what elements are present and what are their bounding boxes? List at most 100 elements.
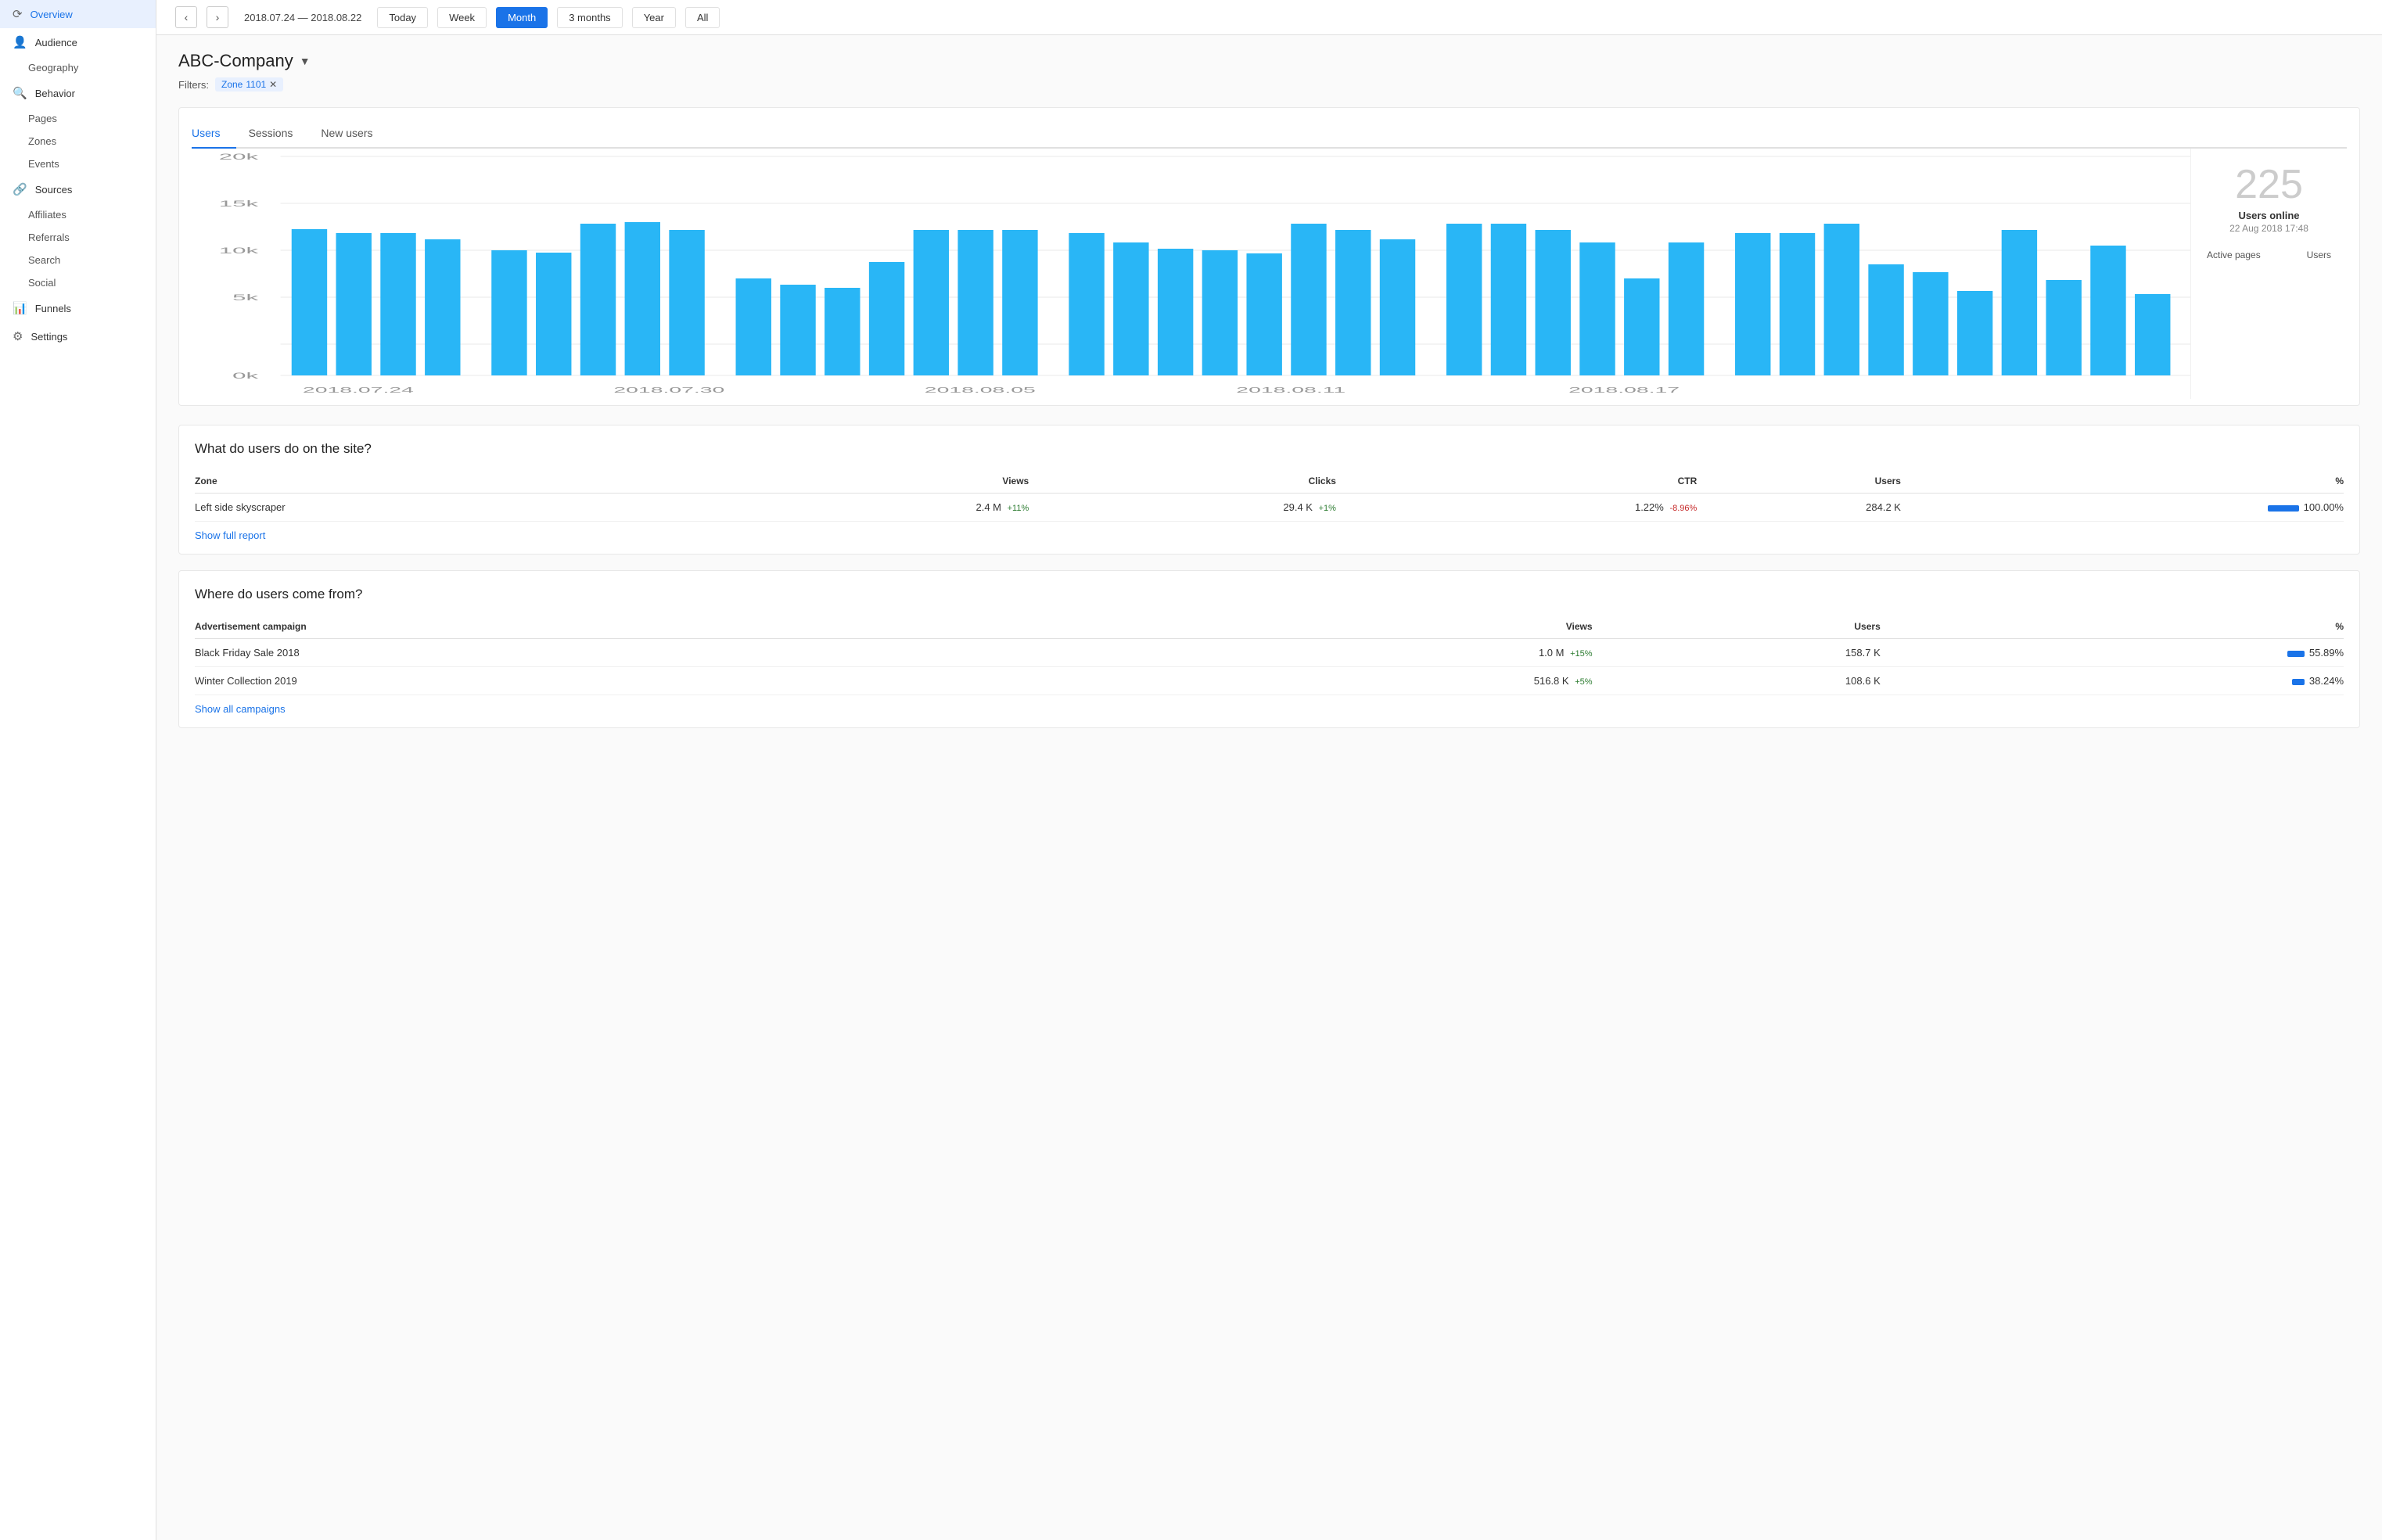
col-percent2: % [1881, 615, 2344, 639]
users-online-panel: 225 Users online 22 Aug 2018 17:48 Activ… [2190, 149, 2347, 399]
sidebar-label-settings: Settings [31, 331, 67, 343]
filter-zone-tag: Zone 1101 ✕ [215, 77, 283, 92]
tab-sessions[interactable]: Sessions [249, 120, 309, 149]
svg-text:2018.08.11: 2018.08.11 [1236, 386, 1345, 394]
col-clicks: Clicks [1029, 469, 1336, 494]
progress-bar-c [2292, 679, 2305, 685]
sidebar-item-funnels[interactable]: 📊 Funnels [0, 294, 156, 322]
cell-campaign: Black Friday Sale 2018 [195, 639, 1112, 667]
cell-users-c: 108.6 K [1593, 667, 1881, 695]
chart-tabs: Users Sessions New users [192, 120, 2347, 149]
sidebar-item-sources[interactable]: 🔗 Sources [0, 175, 156, 203]
sidebar-label-behavior: Behavior [35, 88, 75, 99]
settings-icon: ⚙ [13, 329, 23, 343]
sidebar-label-sources: Sources [35, 184, 73, 196]
next-button[interactable]: › [207, 6, 228, 28]
col-campaign: Advertisement campaign [195, 615, 1112, 639]
show-full-report-link[interactable]: Show full report [195, 529, 265, 541]
cell-percent: 100.00% [1901, 494, 2344, 522]
cell-clicks: 29.4 K +1% [1029, 494, 1336, 522]
views-badge: +11% [1008, 504, 1029, 513]
topbar: ‹ › 2018.07.24 — 2018.08.22 Today Week M… [156, 0, 2382, 35]
svg-text:2018.07.30: 2018.07.30 [613, 386, 724, 394]
active-pages-label: Active pages [2207, 249, 2261, 260]
online-count: 225 [2235, 164, 2303, 205]
tab-users[interactable]: Users [192, 120, 236, 149]
campaigns-table-header: Advertisement campaign Views Users % [195, 615, 2344, 639]
filters-bar: Filters: Zone 1101 ✕ [178, 77, 2360, 92]
sidebar: ⟳ Overview 👤 Audience Geography 🔍 Behavi… [0, 0, 156, 1540]
cell-percent-c: 38.24% [1881, 667, 2344, 695]
sidebar-item-referrals[interactable]: Referrals [0, 226, 156, 249]
show-all-campaigns-link[interactable]: Show all campaigns [195, 703, 286, 715]
cell-percent-c: 55.89% [1881, 639, 2344, 667]
sidebar-item-overview[interactable]: ⟳ Overview [0, 0, 156, 28]
chart-section: Users Sessions New users 20k [178, 107, 2360, 406]
sidebar-item-search[interactable]: Search [0, 249, 156, 271]
company-header: ABC-Company ▼ [178, 51, 2360, 71]
sidebar-item-audience[interactable]: 👤 Audience [0, 28, 156, 56]
sidebar-item-zones[interactable]: Zones [0, 130, 156, 153]
cell-users: 284.2 K [1697, 494, 1901, 522]
all-button[interactable]: All [685, 7, 720, 28]
svg-text:10k: 10k [219, 246, 259, 255]
cell-views-c: 1.0 M +15% [1112, 639, 1592, 667]
sidebar-item-social[interactable]: Social [0, 271, 156, 294]
filter-close-button[interactable]: ✕ [269, 79, 277, 90]
cell-ctr: 1.22% -8.96% [1336, 494, 1697, 522]
sidebar-label-audience: Audience [35, 37, 77, 48]
svg-text:5k: 5k [232, 293, 258, 302]
ctr-badge: -8.96% [1669, 504, 1697, 513]
sidebar-label-referrals: Referrals [28, 232, 70, 243]
col-percent: % [1901, 469, 2344, 494]
svg-text:20k: 20k [219, 152, 259, 161]
sidebar-item-settings[interactable]: ⚙ Settings [0, 322, 156, 350]
today-button[interactable]: Today [377, 7, 428, 28]
company-dropdown[interactable]: ▼ [300, 55, 311, 67]
sidebar-item-events[interactable]: Events [0, 153, 156, 175]
views-badge-c: +15% [1570, 649, 1592, 659]
funnels-icon: 📊 [13, 301, 27, 315]
prev-button[interactable]: ‹ [175, 6, 197, 28]
year-button[interactable]: Year [632, 7, 676, 28]
filter-tag-name: Zone [221, 79, 243, 90]
col-views: Views [720, 469, 1029, 494]
clicks-badge: +1% [1319, 504, 1336, 513]
week-button[interactable]: Week [437, 7, 487, 28]
zones-table-header: Zone Views Clicks CTR Users % [195, 469, 2344, 494]
sidebar-label-zones: Zones [28, 135, 56, 147]
overview-icon: ⟳ [13, 7, 23, 21]
col-users: Users [1697, 469, 1901, 494]
where-from-section: Where do users come from? Advertisement … [178, 570, 2360, 728]
where-from-title: Where do users come from? [195, 587, 2344, 602]
campaigns-table: Advertisement campaign Views Users % Bla… [195, 615, 2344, 695]
svg-text:2018.07.24: 2018.07.24 [303, 386, 414, 394]
sidebar-item-pages[interactable]: Pages [0, 107, 156, 130]
sidebar-label-events: Events [28, 158, 59, 170]
month-button[interactable]: Month [496, 7, 548, 28]
sources-icon: 🔗 [13, 182, 27, 196]
table-row: Winter Collection 2019 516.8 K +5% 108.6… [195, 667, 2344, 695]
progress-bar-c [2287, 651, 2305, 657]
zones-table: Zone Views Clicks CTR Users % Left side … [195, 469, 2344, 522]
behavior-icon: 🔍 [13, 86, 27, 100]
sidebar-label-affiliates: Affiliates [28, 209, 66, 221]
three-months-button[interactable]: 3 months [557, 7, 622, 28]
sidebar-item-affiliates[interactable]: Affiliates [0, 203, 156, 226]
sidebar-label-geography: Geography [28, 62, 78, 74]
cell-campaign: Winter Collection 2019 [195, 667, 1112, 695]
sidebar-item-geography[interactable]: Geography [0, 56, 156, 79]
sidebar-label-social: Social [28, 277, 56, 289]
what-users-do-section: What do users do on the site? Zone Views… [178, 425, 2360, 555]
chart-area: 20k 15k 10k 5k 0k [192, 149, 2190, 399]
tab-new-users[interactable]: New users [321, 120, 388, 149]
main-content: ‹ › 2018.07.24 — 2018.08.22 Today Week M… [156, 0, 2382, 1540]
cell-zone: Left side skyscraper [195, 494, 720, 522]
sidebar-item-behavior[interactable]: 🔍 Behavior [0, 79, 156, 107]
chart-container: 20k 15k 10k 5k 0k [192, 149, 2347, 399]
sidebar-label-overview: Overview [31, 9, 73, 20]
svg-text:15k: 15k [219, 199, 259, 208]
online-label: Users online [2238, 210, 2299, 221]
active-pages-header: Active pages Users [2207, 249, 2331, 260]
table-row: Black Friday Sale 2018 1.0 M +15% 158.7 … [195, 639, 2344, 667]
